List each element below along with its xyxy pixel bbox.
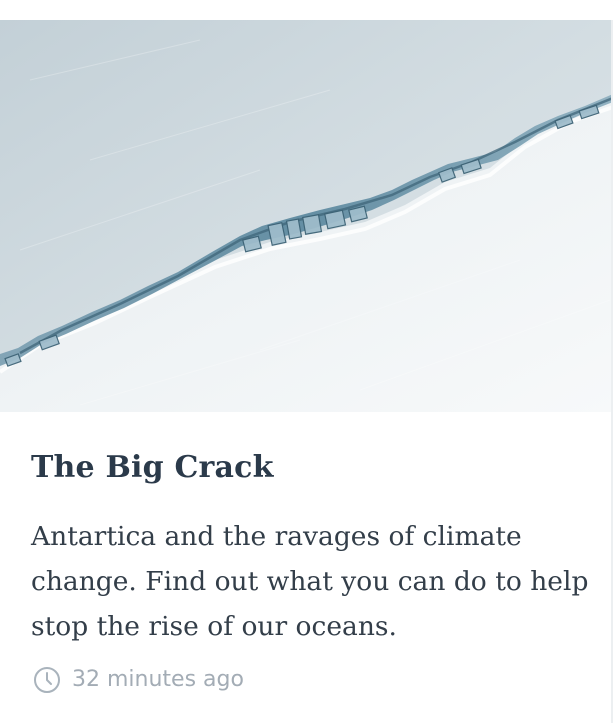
card-body: The Big Crack Antartica and the ravages … [0, 412, 613, 723]
card-description: Antartica and the ravages of climate cha… [31, 521, 589, 642]
ice-crack-illustration [0, 20, 613, 412]
card-meta: 32 minutes ago [33, 665, 244, 695]
card-timestamp: 32 minutes ago [72, 667, 244, 692]
article-card[interactable]: The Big Crack Antartica and the ravages … [0, 0, 613, 723]
clock-icon [34, 667, 60, 693]
card-image[interactable] [0, 20, 613, 412]
card-title[interactable]: The Big Crack [31, 450, 274, 486]
